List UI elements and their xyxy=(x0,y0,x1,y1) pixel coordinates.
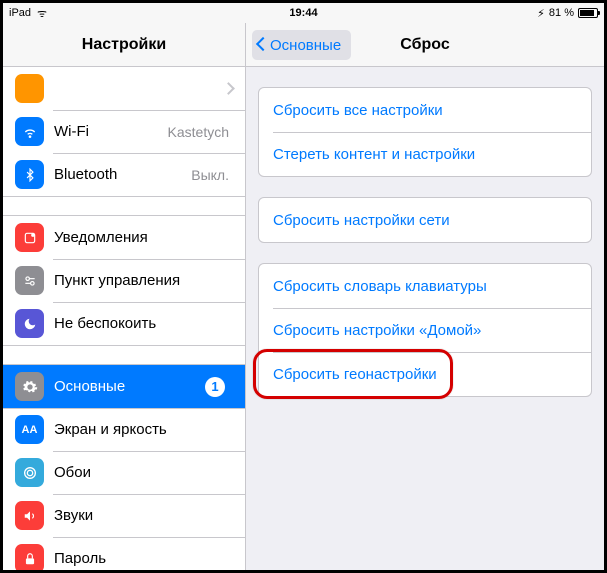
label: Пункт управления xyxy=(54,272,233,289)
battery-percent: 81 % xyxy=(549,7,574,19)
label: Основные xyxy=(54,378,205,395)
bluetooth-icon xyxy=(15,160,44,189)
label: Экран и яркость xyxy=(54,421,233,438)
reset-all-settings[interactable]: Сбросить все настройки xyxy=(259,88,591,132)
label: Уведомления xyxy=(54,229,233,246)
reset-location-settings[interactable]: Сбросить геонастройки xyxy=(259,352,591,396)
wallpaper-icon xyxy=(15,458,44,487)
lock-icon xyxy=(15,544,44,570)
reset-group-2: Сбросить настройки сети xyxy=(258,197,592,243)
back-label: Основные xyxy=(270,37,341,54)
badge: 1 xyxy=(205,377,225,397)
sidebar-navbar: Настройки xyxy=(3,23,245,67)
sidebar-item-notifications[interactable]: Уведомления xyxy=(3,216,245,259)
sidebar-item-dnd[interactable]: Не беспокоить xyxy=(3,302,245,345)
label: Звуки xyxy=(54,507,233,524)
sidebar-item-passcode[interactable]: Пароль xyxy=(3,537,245,570)
airplane-icon xyxy=(15,74,44,103)
notifications-icon xyxy=(15,223,44,252)
wifi-icon xyxy=(37,6,47,21)
reset-keyboard-dictionary[interactable]: Сбросить словарь клавиатуры xyxy=(259,264,591,308)
reset-network-settings[interactable]: Сбросить настройки сети xyxy=(259,198,591,242)
gear-icon xyxy=(15,372,44,401)
label: Не беспокоить xyxy=(54,315,233,332)
reset-group-1: Сбросить все настройки Стереть контент и… xyxy=(258,87,592,177)
sidebar-item-display[interactable]: AA Экран и яркость xyxy=(3,408,245,451)
sidebar-item-bluetooth[interactable]: Bluetooth Выкл. xyxy=(3,153,245,196)
sidebar-item-placeholder[interactable] xyxy=(3,67,245,110)
sidebar-item-wifi[interactable]: Wi-Fi Kastetych xyxy=(3,110,245,153)
reset-home-layout[interactable]: Сбросить настройки «Домой» xyxy=(259,308,591,352)
ipad-settings-screen: iPad 19:44 ⚡︎ 81 % Настройки xyxy=(0,0,607,573)
moon-icon xyxy=(15,309,44,338)
sidebar-item-control-center[interactable]: Пункт управления xyxy=(3,259,245,302)
display-icon: AA xyxy=(15,415,44,444)
label: Wi-Fi xyxy=(54,123,168,140)
detail-title: Сброс xyxy=(400,36,449,54)
chevron-right-icon xyxy=(224,80,233,97)
charging-icon: ⚡︎ xyxy=(537,7,545,20)
wifi-icon xyxy=(15,117,44,146)
reset-group-3: Сбросить словарь клавиатуры Сбросить нас… xyxy=(258,263,592,397)
value: Выкл. xyxy=(191,167,229,183)
erase-all-content[interactable]: Стереть контент и настройки xyxy=(259,132,591,176)
back-button[interactable]: Основные xyxy=(252,30,351,60)
sidebar-item-general[interactable]: Основные 1 xyxy=(3,365,245,408)
clock: 19:44 xyxy=(205,7,401,19)
sidebar-title: Настройки xyxy=(82,36,166,54)
settings-sidebar: Настройки Wi-Fi Kastetych xyxy=(3,23,246,570)
status-bar: iPad 19:44 ⚡︎ 81 % xyxy=(3,3,604,23)
sidebar-item-sounds[interactable]: Звуки xyxy=(3,494,245,537)
detail-pane: Основные Сброс Сбросить все настройки Ст… xyxy=(246,23,604,570)
label: Обои xyxy=(54,464,233,481)
sidebar-item-wallpaper[interactable]: Обои xyxy=(3,451,245,494)
control-center-icon xyxy=(15,266,44,295)
value: Kastetych xyxy=(168,124,229,140)
device-label: iPad xyxy=(9,7,31,19)
battery-icon xyxy=(578,8,598,18)
sounds-icon xyxy=(15,501,44,530)
label: Пароль xyxy=(54,550,233,567)
label: Bluetooth xyxy=(54,166,191,183)
detail-navbar: Основные Сброс xyxy=(246,23,604,67)
